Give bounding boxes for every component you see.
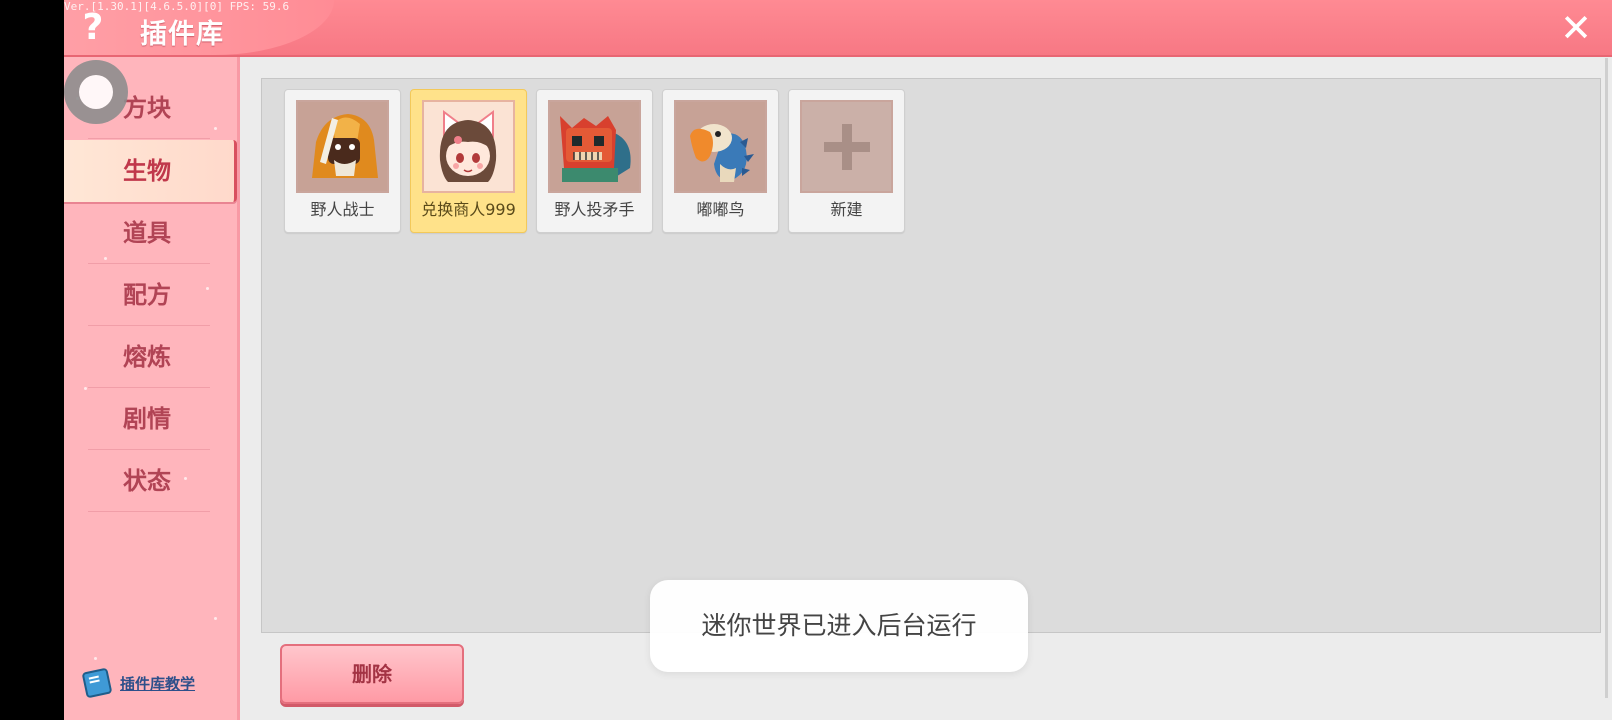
sidebar-item-items[interactable]: 道具 [64, 202, 234, 264]
plugin-name: 新建 [830, 200, 863, 219]
plugin-library-window: ? 插件库 ✕ 方块 生物 道具 配方 熔炼 剧情 状态 插件库教学 野人战士 … [64, 0, 1612, 720]
tutorial-label: 插件库教学 [120, 674, 196, 693]
plugin-card-merchant[interactable]: 兑换商人999 [410, 89, 527, 233]
scrollbar[interactable] [1605, 58, 1608, 698]
delete-button[interactable]: 删除 [280, 644, 464, 704]
savage-spearman-icon [548, 100, 641, 193]
sidebar-item-status[interactable]: 状态 [64, 450, 234, 512]
plugin-name: 野人战士 [310, 200, 375, 219]
sidebar-item-smelting[interactable]: 熔炼 [64, 326, 234, 388]
sidebar-item-plot[interactable]: 剧情 [64, 388, 234, 450]
page-title: 插件库 [140, 19, 224, 50]
close-icon[interactable]: ✕ [1558, 9, 1594, 47]
savage-warrior-icon [296, 100, 389, 193]
new-plugin-button[interactable]: 新建 [788, 89, 905, 233]
divider [88, 138, 210, 139]
sidebar-item-label: 剧情 [123, 405, 171, 433]
category-sidebar: 方块 生物 道具 配方 熔炼 剧情 状态 插件库教学 [64, 57, 240, 720]
tutorial-link[interactable]: 插件库教学 [81, 667, 196, 699]
plugin-grid-panel: 野人战士 兑换商人999 野人投矛手 嘟嘟鸟 新建 [261, 78, 1601, 633]
divider [88, 511, 210, 512]
floating-assist-button[interactable] [64, 60, 128, 124]
plugin-card-savage-spearman[interactable]: 野人投矛手 [536, 89, 653, 233]
plugin-name: 嘟嘟鸟 [696, 200, 745, 219]
new-plugin-thumb [800, 100, 893, 193]
sidebar-item-recipes[interactable]: 配方 [64, 264, 234, 326]
debug-overlay: Ver.[1.30.1][4.6.5.0][0] FPS: 59.6 [64, 0, 290, 13]
dodo-bird-icon [674, 100, 767, 193]
book-icon [81, 667, 113, 699]
sidebar-item-label: 熔炼 [123, 343, 171, 371]
plugin-card-savage-warrior[interactable]: 野人战士 [284, 89, 401, 233]
plugin-card-dodo-bird[interactable]: 嘟嘟鸟 [662, 89, 779, 233]
sidebar-item-label: 道具 [123, 219, 171, 247]
sidebar-item-label: 生物 [123, 157, 171, 185]
sidebar-item-creatures[interactable]: 生物 [64, 140, 237, 202]
sidebar-item-label: 配方 [123, 281, 171, 309]
merchant-girl-icon [422, 100, 515, 193]
plugin-name: 兑换商人999 [421, 200, 516, 219]
plus-icon [823, 123, 870, 170]
sparkle-dot [214, 617, 217, 620]
toast-message: 迷你世界已进入后台运行 [650, 580, 1028, 672]
plugin-name: 野人投矛手 [554, 200, 635, 219]
sidebar-item-label: 方块 [123, 94, 171, 122]
title-bar: ? 插件库 ✕ [64, 0, 1612, 57]
help-icon[interactable]: ? [78, 8, 108, 48]
sparkle-dot [94, 657, 97, 660]
sidebar-item-label: 状态 [123, 467, 171, 495]
